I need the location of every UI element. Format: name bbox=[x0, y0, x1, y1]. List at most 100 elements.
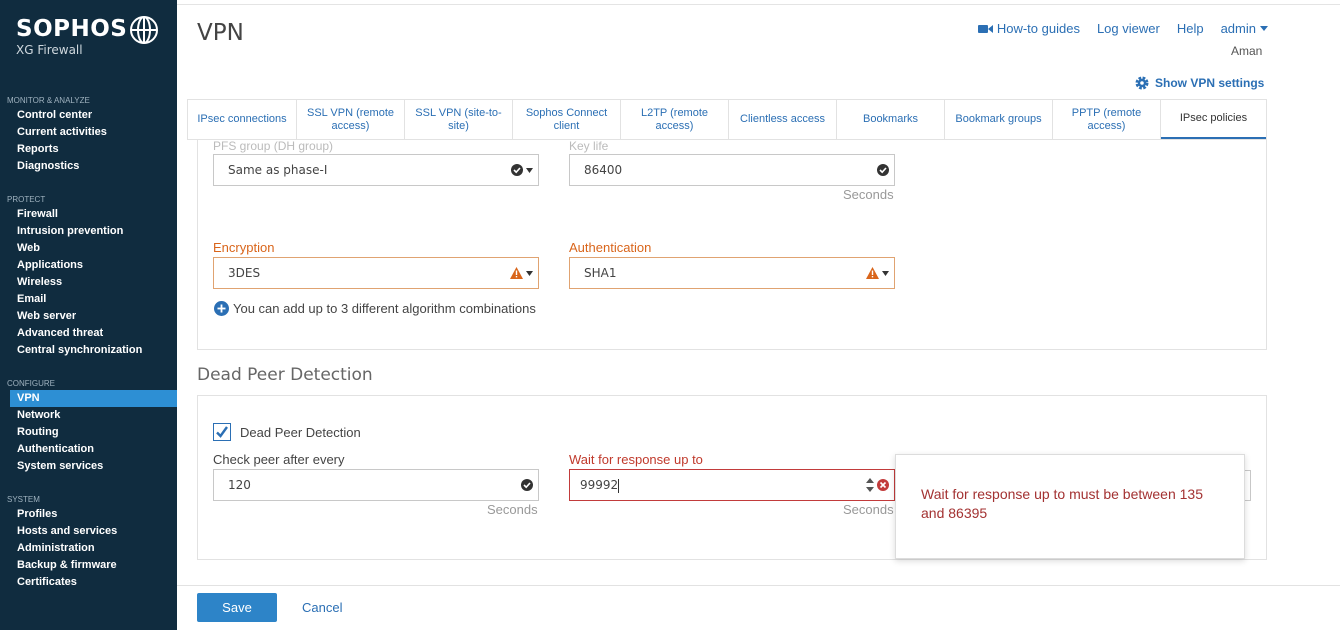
sidebar-item-backup-firmware[interactable]: Backup & firmware bbox=[0, 557, 177, 574]
check-circle-icon bbox=[877, 164, 889, 176]
nav-section-system: SYSTEM Profiles Hosts and services Admin… bbox=[0, 494, 177, 591]
sidebar-item-profiles[interactable]: Profiles bbox=[0, 506, 177, 523]
wait-response-unit: Seconds bbox=[843, 502, 894, 517]
checkmark-icon bbox=[216, 426, 228, 438]
tab-sophos-connect-client[interactable]: Sophos Connect client bbox=[513, 100, 621, 139]
authentication-value: SHA1 bbox=[584, 266, 617, 280]
dpd-checkbox-label: Dead Peer Detection bbox=[240, 424, 361, 440]
nav-section-configure: CONFIGURE VPN Network Routing Authentica… bbox=[0, 378, 177, 475]
how-to-guides-link[interactable]: How-to guides bbox=[977, 21, 1080, 36]
top-divider bbox=[177, 0, 1340, 5]
caret-down-icon bbox=[526, 167, 533, 173]
tab-bookmarks[interactable]: Bookmarks bbox=[837, 100, 945, 139]
caret-down-icon bbox=[526, 270, 533, 276]
show-vpn-settings-button[interactable]: Show VPN settings bbox=[1134, 75, 1264, 91]
save-button[interactable]: Save bbox=[197, 593, 277, 622]
authentication-select[interactable]: SHA1 bbox=[569, 257, 895, 289]
header-links: How-to guides Log viewer Help admin bbox=[977, 21, 1268, 36]
tab-ssl-vpn-site-to-site[interactable]: SSL VPN (site-to-site) bbox=[405, 100, 513, 139]
key-life-unit: Seconds bbox=[843, 187, 894, 202]
tab-bookmark-groups[interactable]: Bookmark groups bbox=[945, 100, 1053, 139]
tab-clientless-access[interactable]: Clientless access bbox=[729, 100, 837, 139]
sidebar-item-web[interactable]: Web bbox=[0, 240, 177, 257]
sidebar-item-administration[interactable]: Administration bbox=[0, 540, 177, 557]
sidebar-item-applications[interactable]: Applications bbox=[0, 257, 177, 274]
check-peer-label: Check peer after every bbox=[213, 452, 345, 467]
key-life-value: 86400 bbox=[584, 163, 623, 177]
tab-ipsec-policies[interactable]: IPsec policies bbox=[1161, 100, 1266, 139]
check-circle-icon bbox=[521, 479, 533, 491]
sidebar-item-diagnostics[interactable]: Diagnostics bbox=[0, 158, 177, 175]
sidebar-item-reports[interactable]: Reports bbox=[0, 141, 177, 158]
validation-error-tooltip: Wait for response up to must be between … bbox=[895, 454, 1245, 559]
nav-heading: SYSTEM bbox=[7, 495, 40, 504]
encryption-value: 3DES bbox=[228, 266, 261, 280]
brand-name: SOPHOS bbox=[16, 16, 128, 42]
plus-circle-icon[interactable] bbox=[214, 301, 229, 316]
key-life-input[interactable]: 86400 bbox=[569, 154, 895, 186]
dpd-section-title: Dead Peer Detection bbox=[197, 365, 373, 385]
product-name: XG Firewall bbox=[16, 43, 83, 57]
show-vpn-settings-label: Show VPN settings bbox=[1155, 76, 1265, 90]
wait-response-value: 99992 bbox=[580, 478, 619, 492]
error-circle-icon bbox=[877, 479, 889, 491]
dpd-checkbox[interactable] bbox=[213, 423, 231, 441]
encryption-select[interactable]: 3DES bbox=[213, 257, 539, 289]
sidebar-item-central-synchronization[interactable]: Central synchronization bbox=[0, 342, 177, 359]
check-circle-icon bbox=[511, 164, 523, 176]
sidebar-item-wireless[interactable]: Wireless bbox=[0, 274, 177, 291]
nav-heading: CONFIGURE bbox=[7, 379, 55, 388]
admin-label: admin bbox=[1220, 21, 1256, 36]
sidebar-item-intrusion-prevention[interactable]: Intrusion prevention bbox=[0, 223, 177, 240]
how-to-guides-label: How-to guides bbox=[996, 21, 1080, 36]
sidebar-item-current-activities[interactable]: Current activities bbox=[0, 124, 177, 141]
sidebar-item-control-center[interactable]: Control center bbox=[0, 107, 177, 124]
page-title: VPN bbox=[197, 20, 244, 46]
add-combination: You can add up to 3 different algorithm … bbox=[214, 301, 536, 316]
video-camera-icon bbox=[977, 24, 993, 33]
check-peer-input[interactable]: 120 bbox=[213, 469, 539, 501]
sidebar-item-web-server[interactable]: Web server bbox=[0, 308, 177, 325]
pfs-group-label: PFS group (DH group) bbox=[213, 139, 334, 153]
warning-icon bbox=[510, 267, 523, 279]
sidebar-item-network[interactable]: Network bbox=[0, 407, 177, 424]
sidebar-item-email[interactable]: Email bbox=[0, 291, 177, 308]
help-link[interactable]: Help bbox=[1177, 21, 1204, 36]
tab-ipsec-connections[interactable]: IPsec connections bbox=[188, 100, 297, 139]
spinner-arrows-icon[interactable] bbox=[866, 478, 874, 492]
sidebar-item-routing[interactable]: Routing bbox=[0, 424, 177, 441]
vpn-tabs: IPsec connections SSL VPN (remote access… bbox=[187, 99, 1267, 140]
wait-response-label: Wait for response up to bbox=[569, 452, 703, 467]
nav-section-protect: PROTECT Firewall Intrusion prevention We… bbox=[0, 194, 177, 359]
admin-menu[interactable]: admin bbox=[1221, 21, 1268, 36]
wait-response-input[interactable]: 99992 bbox=[569, 469, 895, 501]
check-peer-unit: Seconds bbox=[487, 502, 538, 517]
gear-icon bbox=[1135, 76, 1149, 90]
nav-heading: PROTECT bbox=[7, 195, 46, 204]
caret-down-icon bbox=[882, 270, 889, 276]
tab-pptp-remote-access[interactable]: PPTP (remote access) bbox=[1053, 100, 1161, 139]
caret-down-icon bbox=[1260, 26, 1268, 31]
authentication-label: Authentication bbox=[569, 240, 652, 255]
sidebar-item-vpn[interactable]: VPN bbox=[10, 390, 177, 407]
sidebar-item-certificates[interactable]: Certificates bbox=[0, 574, 177, 591]
sidebar-item-advanced-threat[interactable]: Advanced threat bbox=[0, 325, 177, 342]
cancel-button[interactable]: Cancel bbox=[302, 600, 342, 615]
warning-icon bbox=[866, 267, 879, 279]
encryption-label: Encryption bbox=[213, 240, 275, 255]
sidebar-item-system-services[interactable]: System services bbox=[0, 458, 177, 475]
log-viewer-link[interactable]: Log viewer bbox=[1097, 21, 1160, 36]
tab-l2tp-remote-access[interactable]: L2TP (remote access) bbox=[621, 100, 729, 139]
key-life-label: Key life bbox=[569, 139, 609, 153]
nav-section-monitor: MONITOR & ANALYZE Control center Current… bbox=[0, 95, 177, 175]
footer-bar bbox=[177, 585, 1340, 630]
sidebar-item-firewall[interactable]: Firewall bbox=[0, 206, 177, 223]
tab-ssl-vpn-remote-access[interactable]: SSL VPN (remote access) bbox=[297, 100, 405, 139]
sidebar-item-authentication[interactable]: Authentication bbox=[0, 441, 177, 458]
sidebar: SOPHOS XG Firewall MONITOR & ANALYZE Con… bbox=[0, 0, 177, 630]
pfs-group-value: Same as phase-I bbox=[228, 163, 328, 177]
add-combination-text: You can add up to 3 different algorithm … bbox=[233, 301, 536, 316]
nav-heading: MONITOR & ANALYZE bbox=[7, 96, 90, 105]
pfs-group-select[interactable]: Same as phase-I bbox=[213, 154, 539, 186]
sidebar-item-hosts-and-services[interactable]: Hosts and services bbox=[0, 523, 177, 540]
